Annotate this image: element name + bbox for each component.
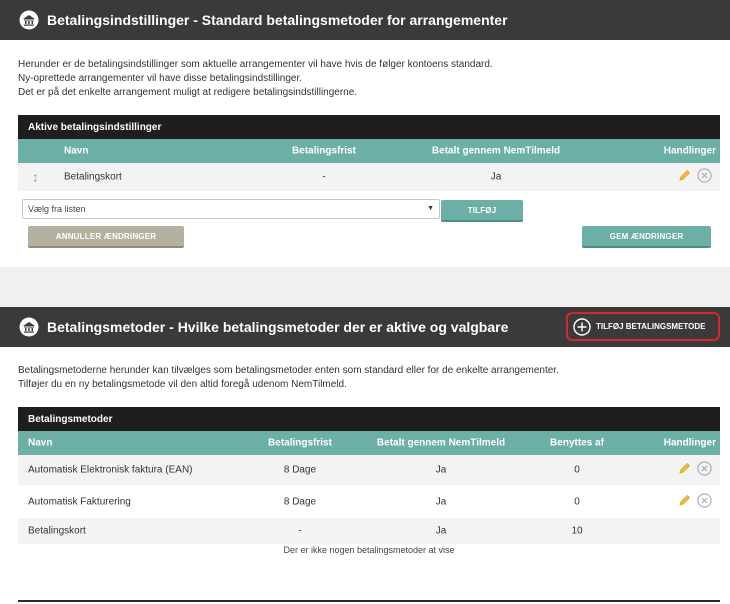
bank-icon	[19, 10, 39, 30]
select-value: Vælg fra listen	[28, 204, 86, 214]
section-title: Betalingsmetoder - Hvilke betalingsmetod…	[47, 319, 509, 335]
row-used-by: 10	[571, 525, 583, 537]
empty-table-message: Der er ikke nogen betalingsmetoder at vi…	[283, 545, 455, 555]
column-header-deadline: Betalingsfrist	[268, 437, 332, 449]
section-description: Betalingsmetoderne herunder kan tilvælge…	[18, 364, 559, 392]
column-header-actions: Handlinger	[663, 437, 716, 449]
row-paid-through: Ja	[435, 464, 447, 476]
table-header: Navn Betalingsfrist Betalt gennem NemTil…	[18, 139, 720, 163]
pencil-icon[interactable]	[677, 168, 692, 186]
row-name: Automatisk Fakturering	[28, 496, 131, 507]
section-title: Betalingsindstillinger - Standard betali…	[47, 12, 508, 28]
pencil-icon[interactable]	[677, 493, 692, 511]
section-divider	[0, 267, 730, 307]
row-paid-through: Ja	[435, 496, 447, 507]
cancel-changes-button[interactable]: ANNULLER ÆNDRINGER	[28, 226, 184, 248]
remove-circle-icon[interactable]	[697, 492, 712, 511]
column-header-actions: Handlinger	[663, 145, 716, 157]
row-deadline: -	[322, 171, 326, 183]
column-header-deadline: Betalingsfrist	[292, 145, 356, 157]
section-description: Herunder er de betalingsindstillinger so…	[18, 58, 493, 100]
table-title: Betalingsmetoder	[18, 407, 720, 431]
row-name: Automatisk Elektronisk faktura (EAN)	[28, 464, 193, 476]
bottom-divider	[18, 600, 720, 602]
payment-methods-table: Betalingsmetoder Navn Betalingsfrist Bet…	[18, 407, 720, 544]
plus-circle-icon	[573, 317, 591, 336]
add-payment-method-button[interactable]: TILFØJ BETALINGSMETODE	[566, 312, 720, 341]
row-paid-through: Ja	[490, 171, 502, 183]
bank-icon	[19, 317, 39, 337]
table-header: Navn Betalingsfrist Betalt gennem NemTil…	[18, 431, 720, 455]
drag-handle-icon[interactable]: ↕	[32, 170, 39, 185]
table-row: Automatisk Fakturering 8 Dage Ja 0	[18, 485, 720, 518]
section-header-payment-settings: Betalingsindstillinger - Standard betali…	[0, 0, 730, 40]
row-paid-through: Ja	[435, 525, 447, 537]
description-line: Betalingsmetoderne herunder kan tilvælge…	[18, 365, 559, 376]
row-used-by: 0	[574, 464, 580, 476]
column-header-used-by: Benyttes af	[550, 437, 604, 449]
add-payment-method-label: TILFØJ BETALINGSMETODE	[596, 322, 706, 331]
column-header-name: Navn	[28, 437, 53, 449]
active-payment-settings-table: Aktive betalingsindstillinger Navn Betal…	[18, 115, 720, 191]
column-header-paid-through: Betalt gennem NemTilmeld	[376, 437, 506, 449]
row-name: Betalingskort	[28, 525, 86, 537]
caret-down-icon: ▼	[427, 205, 434, 212]
row-deadline: -	[298, 525, 302, 537]
row-used-by: 0	[574, 496, 580, 507]
description-line: Det er på det enkelte arrangement muligt…	[18, 87, 358, 98]
remove-circle-icon[interactable]	[697, 461, 712, 479]
remove-circle-icon[interactable]	[697, 168, 712, 186]
description-line: Herunder er de betalingsindstillinger so…	[18, 59, 493, 70]
pencil-icon[interactable]	[677, 461, 692, 479]
description-line: Ny-oprettede arrangementer vil have diss…	[18, 73, 303, 84]
table-row: Betalingskort - Ja 10	[18, 518, 720, 544]
payment-method-select[interactable]: Vælg fra listen ▼	[22, 199, 440, 219]
save-changes-button[interactable]: GEM ÆNDRINGER	[582, 226, 711, 248]
add-button[interactable]: TILFØJ	[441, 200, 523, 222]
table-row: Automatisk Elektronisk faktura (EAN) 8 D…	[18, 455, 720, 485]
description-line: Tilføjer du en ny betalingsmetode vil de…	[18, 379, 347, 390]
row-deadline: 8 Dage	[283, 496, 317, 507]
row-name: Betalingskort	[64, 171, 122, 183]
column-header-paid-through: Betalt gennem NemTilmeld	[431, 145, 561, 157]
table-title: Aktive betalingsindstillinger	[18, 115, 720, 139]
row-deadline: 8 Dage	[283, 464, 317, 476]
table-row: ↕ Betalingskort - Ja	[18, 163, 720, 191]
column-header-name: Navn	[64, 145, 89, 157]
